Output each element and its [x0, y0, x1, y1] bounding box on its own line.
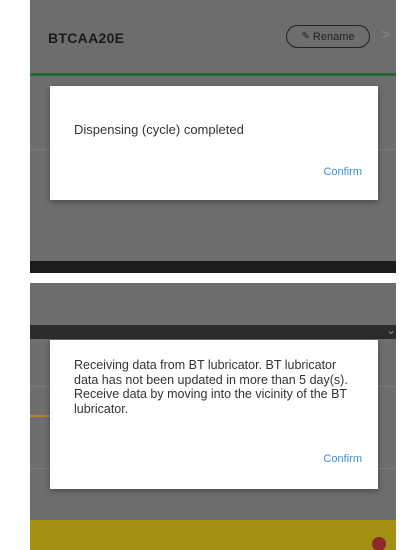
data-not-updated-dialog: Receiving data from BT lubricator. BT lu…: [50, 340, 378, 489]
dispensing-complete-dialog: Dispensing (cycle) completed Confirm: [50, 86, 378, 200]
rename-button-label: Rename: [312, 30, 355, 43]
pencil-icon: ✎: [301, 31, 310, 42]
dialog-message: Dispensing (cycle) completed: [74, 122, 244, 137]
dimmed-header: [30, 283, 396, 325]
device-name: BTCAA20E: [48, 30, 125, 46]
screenshot-dispensing-complete: BTCAA20E ✎ Rename > Dispensing (cycle) c…: [30, 0, 396, 273]
highlighted-list-item[interactable]: [30, 520, 396, 550]
chevron-right-icon[interactable]: >: [382, 26, 390, 42]
screenshot-data-not-updated: ⌄ Receiving data from BT lubricator. BT …: [30, 283, 396, 550]
alert-dot-icon: [372, 537, 386, 550]
rename-button[interactable]: ✎ Rename: [286, 25, 370, 48]
dialog-message: Receiving data from BT lubricator. BT lu…: [74, 358, 348, 416]
confirm-button[interactable]: Confirm: [323, 453, 362, 465]
dark-tab-bar: [30, 325, 396, 339]
bottom-bar: [30, 261, 396, 273]
confirm-button[interactable]: Confirm: [323, 166, 362, 178]
chevron-down-icon[interactable]: ⌄: [386, 323, 396, 337]
orange-indicator: [30, 415, 52, 417]
